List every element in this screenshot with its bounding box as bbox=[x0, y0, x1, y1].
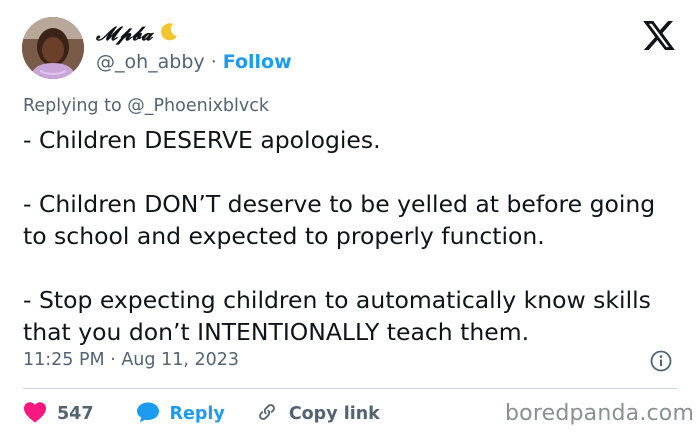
copy-link-button[interactable]: Copy link bbox=[255, 401, 380, 428]
copy-link-label: Copy link bbox=[288, 404, 380, 424]
tweet-text: - Children DESERVE apologies. - Children… bbox=[23, 124, 683, 348]
author-name-row: 𝓜𝓹𝓫𝓪 bbox=[96, 22, 179, 46]
avatar-image bbox=[22, 17, 84, 79]
tweet-paragraph: - Stop expecting children to automatical… bbox=[23, 286, 659, 346]
separator-dot: · bbox=[210, 51, 217, 73]
tweet-timestamp[interactable]: 11:25 PM · Aug 11, 2023 bbox=[23, 350, 239, 370]
x-logo-icon[interactable] bbox=[643, 21, 675, 50]
crescent-moon-icon bbox=[159, 22, 179, 46]
author-handle[interactable]: @_oh_abby bbox=[96, 51, 205, 73]
info-icon[interactable] bbox=[650, 350, 672, 372]
tweet-actions: 547 Reply Copy link bbox=[23, 400, 380, 428]
reply-button[interactable]: Reply bbox=[136, 401, 225, 428]
author-display-name[interactable]: 𝓜𝓹𝓫𝓪 bbox=[96, 23, 153, 45]
heart-icon bbox=[23, 401, 47, 428]
link-icon bbox=[255, 401, 279, 428]
author-handle-row: @_oh_abby · Follow bbox=[96, 51, 292, 73]
like-count: 547 bbox=[57, 404, 94, 424]
tweet-paragraph: - Children DON’T deserve to be yelled at… bbox=[23, 190, 663, 250]
follow-button[interactable]: Follow bbox=[223, 51, 292, 73]
like-button[interactable]: 547 bbox=[23, 401, 94, 428]
divider bbox=[23, 388, 678, 389]
avatar[interactable] bbox=[22, 17, 84, 79]
tweet-paragraph: - Children DESERVE apologies. bbox=[23, 126, 381, 154]
replying-to-mention[interactable]: @_Phoenixblvck bbox=[127, 96, 269, 116]
watermark: boredpanda.com bbox=[505, 401, 695, 426]
replying-to-line: Replying to @_Phoenixblvck bbox=[23, 96, 269, 116]
replying-to-prefix: Replying to bbox=[23, 96, 122, 116]
reply-label: Reply bbox=[169, 404, 225, 424]
reply-bubble-icon bbox=[136, 401, 160, 428]
